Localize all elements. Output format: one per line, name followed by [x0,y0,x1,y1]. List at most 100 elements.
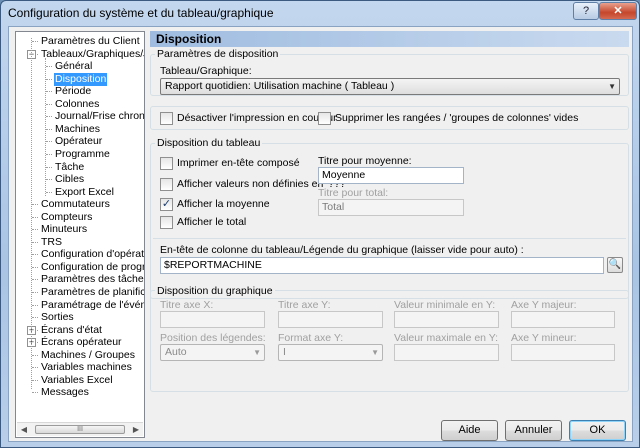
tree-item[interactable]: TRS [40,236,63,249]
tree-connector [46,166,52,168]
y-format-value: I [283,346,286,358]
scroll-left-icon[interactable]: ◀ [17,423,31,436]
tree-item[interactable]: Minuteurs [40,223,88,236]
tree-item[interactable]: Configuration de programme [40,261,144,274]
tree-item[interactable]: Compteurs [40,211,93,224]
scroll-thumb[interactable]: III [35,425,125,434]
cancel-button[interactable]: Annuler [505,420,562,441]
tree-item[interactable]: Machines / Groupes [40,349,136,362]
table-graph-select[interactable]: Rapport quotidien: Utilisation machine (… [160,78,620,95]
layout-params-title: Paramètres de disposition [155,48,281,60]
divider [153,238,626,239]
y-major-label: Axe Y majeur: [511,299,577,311]
tree-item[interactable]: Variables Excel [40,374,114,387]
tree-item[interactable]: Général [54,60,93,73]
y-minor-input[interactable] [511,344,615,361]
tree-connector [32,241,38,243]
tree-connector [45,57,46,196]
tree-horizontal-scrollbar[interactable]: ◀ III ▶ [17,422,143,436]
scroll-right-icon[interactable]: ▶ [129,423,143,436]
total-title-label: Titre pour total: [318,187,389,199]
tree-item[interactable]: Sorties [40,311,75,324]
tree-item[interactable]: Disposition [54,72,108,86]
graph-layout-title: Disposition du graphique [155,285,275,297]
legend-position-select[interactable]: Auto ▼ [160,344,265,361]
tree-item[interactable]: Tableaux/Graphiques/Journal [40,48,144,61]
y-format-select[interactable]: I ▼ [278,344,383,361]
layout-params-group: Paramètres de disposition Tableau/Graphi… [150,48,629,96]
tree-item[interactable]: Commutateurs [40,198,111,211]
checkbox-box[interactable] [160,216,173,229]
tree-item[interactable]: Paramètres des tâches [40,273,144,286]
y-max-input[interactable] [394,344,499,361]
column-header-label: En-tête de colonne du tableau/Légende du… [160,244,524,256]
tree-connector [32,41,38,42]
help-title-button[interactable]: ? [573,2,599,20]
total-title-input[interactable]: Total [318,199,464,216]
tree-item[interactable]: Journal/Frise chronologique [54,110,144,123]
y-min-label: Valeur minimale en Y: [394,299,496,311]
tree-item[interactable]: Configuration d'opérateur [40,248,144,261]
ok-button[interactable]: OK [569,420,626,441]
tree-item[interactable]: Paramètres du Client [40,35,141,48]
checkbox-box[interactable] [318,112,331,125]
tree-item[interactable]: Colonnes [54,98,100,111]
tree-item[interactable]: Période [54,85,92,98]
tree-item[interactable]: Écrans opérateur [40,336,123,349]
y-minor-label: Axe Y mineur: [511,332,577,344]
chevron-down-icon: ▼ [371,348,379,357]
legend-position-label: Position des légendes: [160,332,266,344]
section-header: Disposition [150,31,629,47]
tree-item[interactable]: Messages [40,386,90,399]
tree-connector [46,153,52,155]
tree-item[interactable]: Paramétrage de l'événement [40,299,144,312]
tree-connector [32,216,38,218]
tree-item[interactable]: Export Excel [54,186,115,199]
disable-color-print-label: Désactiver l'impression en couleur [177,112,337,124]
tree-item[interactable]: Variables machines [40,361,133,374]
checkbox-checked[interactable]: ✓ [160,198,173,211]
table-graph-value: Rapport quotidien: Utilisation machine (… [165,80,395,92]
tree-item[interactable]: Paramètres de planification [40,286,144,299]
tree-item[interactable]: Écrans d'état [40,324,103,337]
navigation-tree[interactable]: Paramètres du Client Tableaux/Graphiques/… [15,31,145,438]
tree-connector [32,379,38,381]
close-button[interactable]: ✕ [599,2,637,20]
y-min-input[interactable] [394,311,499,328]
print-composite-header-label: Imprimer en-tête composé [177,157,300,169]
chevron-down-icon: ▼ [253,348,261,357]
x-axis-title-input[interactable] [160,311,265,328]
help-button[interactable]: Aide [441,420,498,441]
tree-item[interactable]: Machines [54,123,101,136]
table-layout-group: Disposition du tableau Imprimer en-tête … [150,137,629,299]
tree-connector [46,128,52,130]
tree-connector [46,116,52,118]
tree-connector [46,103,52,105]
table-layout-title: Disposition du tableau [155,137,263,149]
dialog-window: Configuration du système et du tableau/g… [0,0,640,448]
x-axis-title-label: Titre axe X: [160,299,214,311]
column-header-input[interactable]: $REPORTMACHINE [160,257,604,274]
checkbox-box[interactable] [160,157,173,170]
tree-connector [32,254,38,256]
y-major-input[interactable] [511,311,615,328]
tree-item[interactable]: Tâche [54,161,85,174]
tree-connector [46,179,52,181]
y-axis-title-input[interactable] [278,311,383,328]
tree-connector [32,392,38,394]
search-icon[interactable]: 🔍 [607,257,623,273]
graph-layout-group: Disposition du graphique Titre axe X: Ti… [150,285,629,392]
checkbox-box[interactable] [160,112,173,125]
table-graph-label: Tableau/Graphique: [160,65,252,77]
tree-item[interactable]: Cibles [54,173,85,186]
tree-connector [32,367,38,369]
tree-connector [32,292,38,293]
checkbox-box[interactable] [160,178,173,191]
tree-item[interactable]: Programme [54,148,111,161]
tree-item[interactable]: Opérateur [54,135,103,148]
average-title-input[interactable]: Moyenne [318,167,464,184]
tree-connector [31,38,32,390]
tree-connector [46,91,52,93]
legend-position-value: Auto [165,346,187,358]
show-total-label: Afficher le total [177,216,247,228]
